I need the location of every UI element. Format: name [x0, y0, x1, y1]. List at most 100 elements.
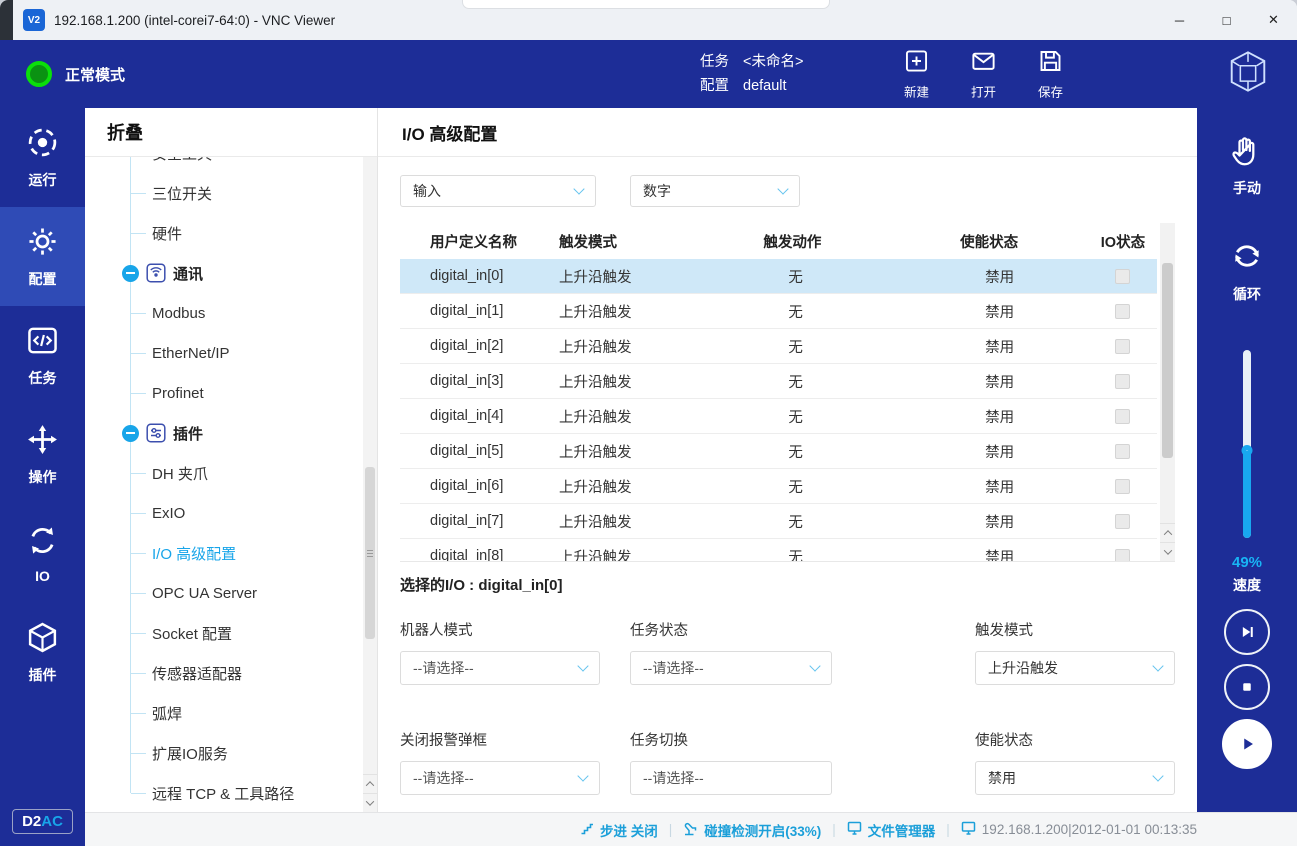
open-task-button[interactable]: 打开 [970, 48, 997, 101]
tree-item-io-advanced-config[interactable]: I/O 高级配置 [85, 533, 363, 573]
collapse-minus-icon[interactable] [122, 425, 139, 442]
robot-mode-select[interactable]: --请选择-- [400, 651, 600, 685]
divider: | [946, 822, 950, 837]
chevron-down-icon [1152, 770, 1163, 781]
table-row[interactable]: digital_in[8] 上升沿触发 无 禁用 [400, 539, 1157, 561]
tree-scroll-down-button[interactable] [363, 793, 377, 812]
tree-item-opc-ua-server[interactable]: OPC UA Server [85, 573, 363, 613]
filter-row: 输入 数字 [400, 175, 1175, 207]
tree-item-dh-gripper[interactable]: DH 夹爪 [85, 453, 363, 493]
table-row[interactable]: digital_in[0] 上升沿触发 无 禁用 [400, 259, 1157, 294]
close-alarm-label: 关闭报警弹框 [400, 729, 600, 750]
tree-group-communication[interactable]: 通讯 [85, 253, 363, 293]
manual-mode-button[interactable]: 手动 [1229, 132, 1265, 198]
run-target-icon [26, 126, 59, 162]
sidebar-item-io[interactable]: IO [0, 504, 85, 603]
table-row[interactable]: digital_in[6] 上升沿触发 无 禁用 [400, 469, 1157, 504]
sidebar-item-plugin[interactable]: 插件 [0, 603, 85, 702]
task-switch-input[interactable]: --请选择-- [630, 761, 832, 795]
tree-scrollbar-thumb[interactable] [365, 467, 375, 639]
stop-button[interactable] [1224, 664, 1270, 710]
table-row[interactable]: digital_in[5] 上升沿触发 无 禁用 [400, 434, 1157, 469]
speed-label: 速度 [1232, 575, 1262, 595]
vnc-logo: V2 [23, 9, 45, 31]
config-tree-panel: 折叠 安全工具 三位开关 硬件 通讯 Modbus [85, 108, 378, 812]
vnc-toolbar-tab[interactable] [462, 0, 830, 9]
table-row[interactable]: digital_in[2] 上升沿触发 无 禁用 [400, 329, 1157, 364]
table-scrollbar-thumb[interactable] [1162, 263, 1173, 458]
tree-item-arc-welding[interactable]: 弧焊 [85, 693, 363, 733]
task-status-select[interactable]: --请选择-- [630, 651, 832, 685]
loop-mode-button[interactable]: 循环 [1229, 238, 1265, 304]
sidebar-item-config[interactable]: 配置 [0, 207, 85, 306]
sidebar-item-task[interactable]: 任务 [0, 306, 85, 405]
tree-item-sensor-adapter[interactable]: 传感器适配器 [85, 653, 363, 693]
enable-status-select[interactable]: 禁用 [975, 761, 1175, 795]
tree-collapse-header[interactable]: 折叠 [85, 108, 377, 157]
task-info: 任务<未命名> 配置default [700, 50, 803, 98]
sidebar-item-operate[interactable]: 操作 [0, 405, 85, 504]
mode-status-icon [26, 61, 52, 87]
tree-item-exio[interactable]: ExIO [85, 493, 363, 533]
save-task-button[interactable]: 保存 [1037, 48, 1064, 101]
connection-address-time: 192.168.1.200|2012-01-01 00:13:35 [961, 821, 1197, 838]
sidebar-item-run[interactable]: 运行 [0, 108, 85, 207]
mode-indicator-group[interactable]: 正常模式 [26, 61, 125, 87]
io-direction-select[interactable]: 输入 [400, 175, 596, 207]
play-button[interactable] [1222, 719, 1272, 769]
speed-slider[interactable] [1243, 350, 1251, 538]
playback-controls [1222, 609, 1272, 769]
step-forward-button[interactable] [1224, 609, 1270, 655]
window-controls: ─ □ ✕ [1156, 0, 1297, 40]
column-header: IO状态 [1089, 231, 1157, 252]
collision-detection-status[interactable]: 碰撞检测开启(33%) [683, 820, 821, 840]
close-button[interactable]: ✕ [1250, 0, 1297, 40]
table-row[interactable]: digital_in[1] 上升沿触发 无 禁用 [400, 294, 1157, 329]
jog-control-panel: 手动 循环 49% 速度 [1197, 108, 1297, 812]
close-alarm-select[interactable]: --请选择-- [400, 761, 600, 795]
tree-item-profinet[interactable]: Profinet [85, 373, 363, 413]
column-header: 触发动作 [763, 231, 960, 252]
move-arrows-icon [26, 423, 59, 459]
chevron-down-icon [366, 797, 374, 805]
window-title: 192.168.1.200 (intel-corei7-64:0) - VNC … [54, 13, 335, 28]
table-row[interactable]: digital_in[3] 上升沿触发 无 禁用 [400, 364, 1157, 399]
io-state-indicator [1115, 549, 1130, 562]
chevron-down-icon [1152, 660, 1163, 671]
tree-scrollbar[interactable] [363, 157, 377, 812]
table-scroll-up-button[interactable] [1160, 523, 1175, 542]
config-label: 配置 [700, 78, 729, 94]
table-scroll-down-button[interactable] [1160, 542, 1175, 561]
tree-item-three-position-switch[interactable]: 三位开关 [85, 173, 363, 213]
tree-scroll-area: 安全工具 三位开关 硬件 通讯 Modbus EtherNet/IP Profi… [85, 157, 377, 812]
tree-item-safety-tools[interactable]: 安全工具 [85, 157, 363, 173]
table-row[interactable]: digital_in[4] 上升沿触发 无 禁用 [400, 399, 1157, 434]
chevron-down-icon [777, 183, 788, 194]
file-manager-button[interactable]: 文件管理器 [847, 820, 936, 840]
table-scrollbar[interactable] [1160, 223, 1175, 561]
table-row[interactable]: digital_in[7] 上升沿触发 无 禁用 [400, 504, 1157, 539]
io-signal-type-select[interactable]: 数字 [630, 175, 800, 207]
minimize-button[interactable]: ─ [1156, 0, 1203, 40]
plugin-box-icon [26, 621, 59, 657]
collapse-minus-icon[interactable] [122, 265, 139, 282]
tree-item-ethernet-ip[interactable]: EtherNet/IP [85, 333, 363, 373]
tree-item-hardware[interactable]: 硬件 [85, 213, 363, 253]
trigger-mode-select[interactable]: 上升沿触发 [975, 651, 1175, 685]
tree-item-modbus[interactable]: Modbus [85, 293, 363, 333]
tree-group-plugins[interactable]: 插件 [85, 413, 363, 453]
save-icon [1037, 48, 1064, 78]
tree-item-remote-tcp-tool-path[interactable]: 远程 TCP & 工具路径 [85, 773, 363, 812]
tree-scroll-up-button[interactable] [363, 774, 377, 793]
tree-item-extended-io-service[interactable]: 扩展IO服务 [85, 733, 363, 773]
speed-slider-thumb[interactable] [1242, 445, 1253, 456]
code-icon [26, 324, 59, 360]
play-icon [1236, 733, 1258, 755]
config-value: default [743, 78, 787, 94]
maximize-button[interactable]: □ [1203, 0, 1250, 40]
skip-icon [1237, 622, 1257, 642]
step-mode-status[interactable]: 步进 关闭 [580, 820, 658, 840]
io-config-form-row-1: 机器人模式 --请选择-- 任务状态 --请选择-- [400, 619, 1175, 685]
new-task-button[interactable]: 新建 [903, 48, 930, 101]
tree-item-socket-config[interactable]: Socket 配置 [85, 613, 363, 653]
